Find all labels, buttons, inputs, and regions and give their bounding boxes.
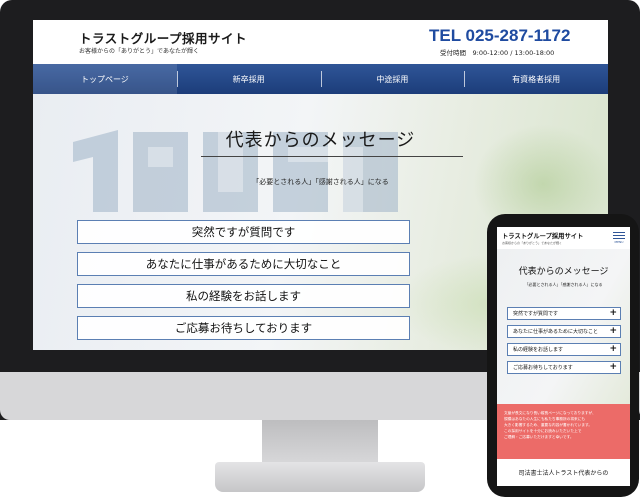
global-nav: トップページ 新卒採用 中途採用 有資格者採用	[33, 64, 608, 94]
mobile-hero-subtitle: 「必要とされる人」「感謝される人」になる	[524, 282, 603, 287]
plus-icon: +	[609, 362, 617, 372]
plus-icon: +	[609, 326, 617, 336]
mobile-message-label: 突然ですが質問です	[513, 311, 559, 317]
nav-item-qualified[interactable]: 有資格者採用	[464, 64, 608, 94]
menu-label: MENU	[614, 240, 624, 244]
mobile-message-label: 私の経験をお話します	[513, 347, 564, 353]
notice-line: ご理解・ご応募いただけますと幸いです。	[504, 435, 574, 439]
mobile-message-label: あなたに仕事があるために大切なこと	[513, 329, 599, 335]
mobile-message-link-experience[interactable]: 私の経験をお話します +	[507, 343, 621, 356]
mobile-message-link-apply[interactable]: ご応募お待ちしております +	[507, 361, 621, 374]
hero-title: 代表からのメッセージ	[225, 130, 416, 151]
message-link-important[interactable]: あなたに仕事があるために大切なこと	[77, 252, 410, 276]
hero-subtitle: 「必要とされる人」「感謝される人」になる	[252, 178, 389, 186]
nav-item-mid-career[interactable]: 中途採用	[320, 64, 465, 94]
site-tagline: お客様からの「ありがとう」であなたが輝く	[79, 48, 199, 55]
mobile-site-title[interactable]: トラストグループ採用サイト	[502, 231, 583, 240]
monitor-stand-neck	[262, 420, 378, 466]
site-title[interactable]: トラストグループ採用サイト	[79, 28, 247, 47]
plus-icon: +	[609, 308, 617, 318]
tel-number[interactable]: TEL 025-287-1172	[429, 26, 570, 46]
mobile-message-link-question[interactable]: 突然ですが質問です +	[507, 307, 621, 320]
hero-divider	[201, 156, 463, 157]
message-link-apply[interactable]: ご応募お待ちしております	[77, 316, 410, 340]
nav-item-top[interactable]: トップページ	[33, 64, 177, 94]
message-link-experience[interactable]: 私の経験をお話します	[77, 284, 410, 308]
site-header: トラストグループ採用サイト お客様からの「ありがとう」であなたが輝く TEL 0…	[33, 20, 608, 64]
plus-icon: +	[609, 344, 617, 354]
nav-item-new-graduate[interactable]: 新卒採用	[176, 64, 321, 94]
message-link-question[interactable]: 突然ですが質問です	[77, 220, 410, 244]
business-hours: 受付時間 9:00-12:00 / 13:00-18:00	[440, 49, 555, 57]
mobile-message-link-important[interactable]: あなたに仕事があるために大切なこと +	[507, 325, 621, 338]
mobile-screen: トラストグループ採用サイト お客様からの「ありがとう」であなたが輝く MENU …	[497, 227, 630, 486]
mobile-hero: 代表からのメッセージ 「必要とされる人」「感謝される人」になる 突然ですが質問で…	[497, 249, 630, 404]
hamburger-menu-icon[interactable]: MENU	[613, 230, 625, 246]
mobile-section-heading: 司法書士法人トラスト代表からの	[518, 470, 609, 477]
mobile-site-tagline: お客様からの「ありがとう」であなたが輝く	[502, 241, 562, 245]
mobile-hero-title: 代表からのメッセージ	[518, 267, 609, 277]
mobile-message-label: ご応募お待ちしております	[513, 365, 573, 371]
monitor-stand-base	[215, 462, 425, 492]
notice-panel: 文章が長文になり長い縦長ページになっておりますが、 規模はあなたの人生にも私たち…	[497, 404, 630, 459]
